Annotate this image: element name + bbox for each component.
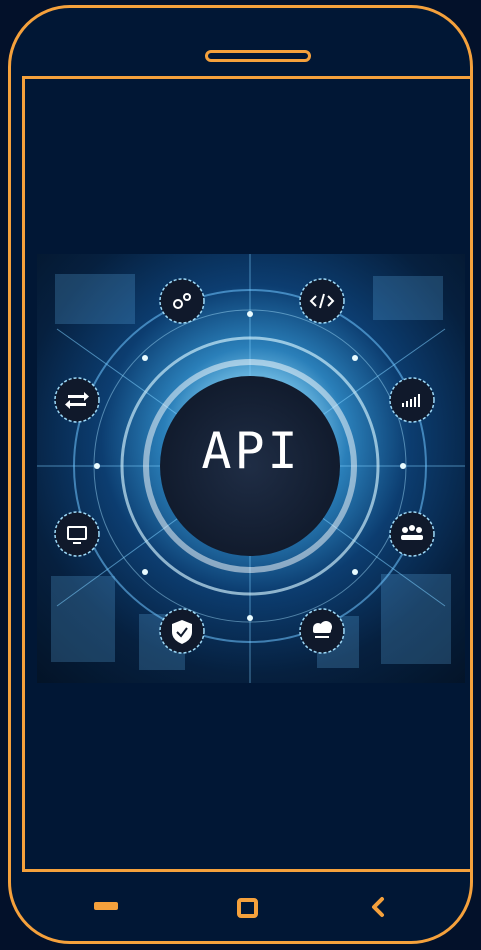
- speaker-slot: [205, 50, 311, 62]
- back-icon[interactable]: [368, 895, 388, 919]
- menu-icon[interactable]: [94, 902, 118, 910]
- api-illustration: API: [37, 254, 465, 683]
- api-illustration-graphic: [37, 254, 465, 683]
- home-icon[interactable]: [237, 898, 258, 918]
- api-hub: [160, 376, 340, 556]
